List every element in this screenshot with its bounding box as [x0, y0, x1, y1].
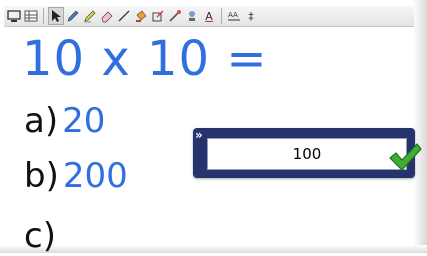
- eraser-icon[interactable]: [99, 7, 115, 25]
- question-equation: 10 x 10 =: [22, 31, 268, 87]
- stamp-icon[interactable]: [184, 7, 200, 25]
- option-b: b) 200: [24, 156, 128, 196]
- option-letter: a): [24, 101, 59, 141]
- shape-icon[interactable]: [150, 7, 166, 25]
- toolbar-separator: [43, 8, 44, 24]
- answer-box: » 100: [193, 128, 415, 178]
- font-format-icon[interactable]: AA: [226, 7, 242, 25]
- option-a: a) 20: [24, 101, 105, 141]
- checkmark-icon: [389, 143, 422, 171]
- option-letter: b): [24, 156, 59, 196]
- text-tool-label: A: [205, 9, 213, 23]
- font-size-icon[interactable]: ‡: [243, 7, 259, 25]
- option-value: 200: [62, 156, 128, 196]
- toolbar: A AA ‡: [4, 6, 414, 27]
- font-size-label: ‡: [248, 9, 254, 23]
- text-icon[interactable]: A: [201, 7, 217, 25]
- answer-input[interactable]: 100: [207, 138, 407, 170]
- fill-icon[interactable]: [133, 7, 149, 25]
- option-value: 20: [62, 101, 106, 141]
- toolbar-separator: [221, 8, 222, 24]
- pen-icon[interactable]: [65, 7, 81, 25]
- expand-icon[interactable]: »: [195, 129, 203, 141]
- option-c: c): [24, 216, 60, 256]
- line-icon[interactable]: [116, 7, 132, 25]
- magic-pen-icon[interactable]: [167, 7, 183, 25]
- svg-text:AA: AA: [228, 11, 238, 19]
- option-letter: c): [24, 216, 56, 256]
- window-edge-bottom: [0, 245, 427, 253]
- display-icon[interactable]: [6, 7, 22, 25]
- highlighter-icon[interactable]: [82, 7, 98, 25]
- window-edge-right: [413, 0, 427, 253]
- pointer-icon[interactable]: [48, 7, 64, 25]
- table-icon[interactable]: [23, 7, 39, 25]
